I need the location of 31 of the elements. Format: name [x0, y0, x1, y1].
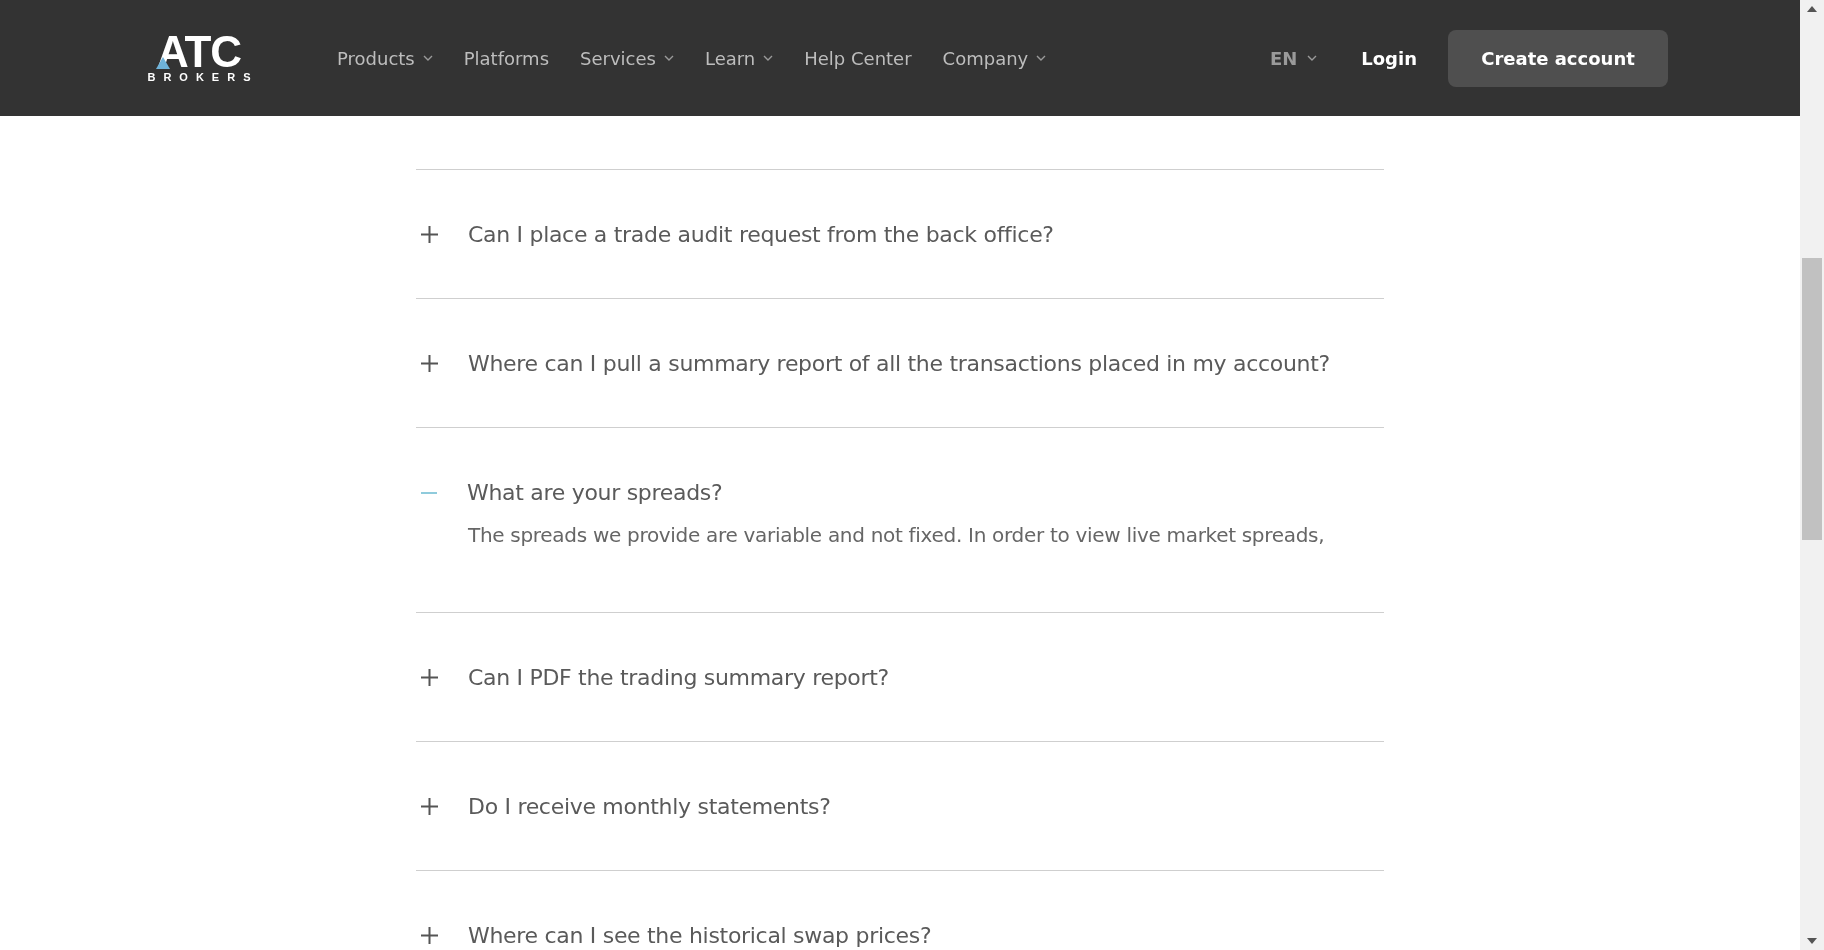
plus-icon[interactable]: [421, 668, 438, 686]
plus-icon[interactable]: [421, 797, 438, 815]
faq-question[interactable]: Where can I see the historical swap prices?: [468, 922, 932, 948]
faq-question[interactable]: Can I place a trade audit request from the back office?: [468, 221, 1054, 247]
chevron-down-icon: [763, 55, 774, 61]
faq-answer: The spreads we provide are variable and not fixed. In order to view live market spreads,: [468, 523, 1326, 547]
faq-question[interactable]: Can I PDF the trading summary report?: [468, 664, 889, 690]
chevron-down-icon: [1036, 55, 1047, 61]
nav-link[interactable]: Help Center: [804, 47, 912, 69]
scroll-up-icon[interactable]: [1807, 6, 1817, 12]
nav-link[interactable]: Company: [942, 47, 1047, 69]
brand-logo[interactable]: ATC BROKERS: [137, 33, 261, 83]
chevron-down-icon: [663, 55, 674, 61]
faq-question[interactable]: Where can I pull a summary report of all the transactions placed in my account?: [468, 350, 1330, 376]
nav-link[interactable]: Platforms: [463, 47, 550, 69]
chevron-down-icon: [422, 55, 433, 61]
plus-icon[interactable]: [421, 354, 438, 372]
login-link[interactable]: Login: [1361, 47, 1417, 69]
plus-icon[interactable]: [421, 926, 438, 944]
plus-icon[interactable]: [421, 225, 438, 243]
scrollbar[interactable]: [1800, 0, 1824, 950]
nav-link[interactable]: Learn: [704, 47, 774, 69]
language-selector[interactable]: EN: [1269, 47, 1318, 69]
scrollbar-thumb[interactable]: [1802, 258, 1822, 540]
faq-question[interactable]: What are your spreads?: [467, 480, 723, 505]
nav-link[interactable]: Services: [580, 47, 674, 69]
scroll-down-icon[interactable]: [1807, 938, 1817, 944]
chevron-down-icon: [1307, 55, 1318, 61]
faq-question[interactable]: Do I receive monthly statements?: [468, 793, 831, 819]
nav-link[interactable]: Products: [337, 47, 433, 69]
create-account-button[interactable]: Create account: [1448, 29, 1668, 87]
